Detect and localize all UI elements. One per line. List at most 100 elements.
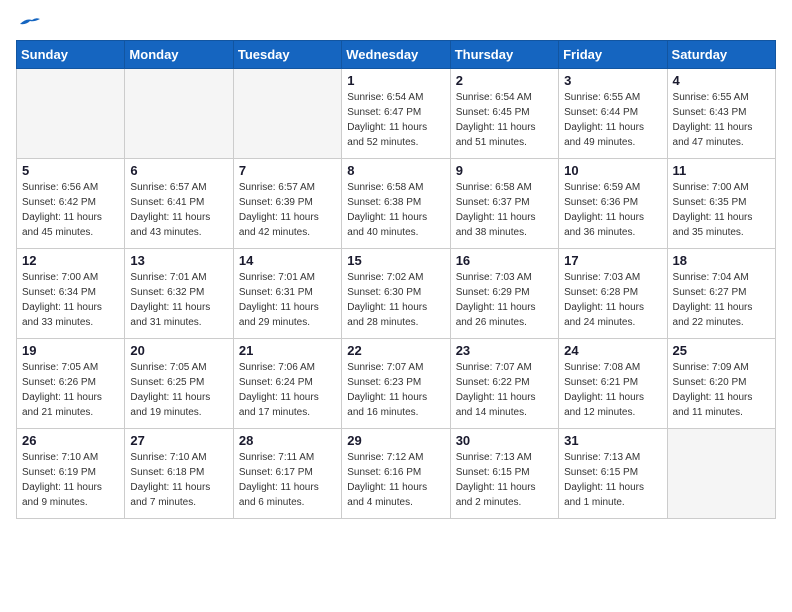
day-detail: Sunrise: 7:00 AM Sunset: 6:34 PM Dayligh… <box>22 270 119 330</box>
day-detail: Sunrise: 7:07 AM Sunset: 6:23 PM Dayligh… <box>347 360 444 420</box>
calendar-day-6: 6Sunrise: 6:57 AM Sunset: 6:41 PM Daylig… <box>125 159 233 249</box>
calendar-day-25: 25 Sunrise: 7:09 AM Sunset: 6:20 PM Dayli… <box>667 339 775 429</box>
calendar-day-16: 16 Sunrise: 7:03 AM Sunset: 6:29 PM Dayli… <box>450 249 558 339</box>
calendar-day-9: 9 Sunrise: 6:58 AM Sunset: 6:37 PM Daylig… <box>450 159 558 249</box>
calendar-day-empty <box>125 69 233 159</box>
calendar-table: SundayMondayTuesdayWednesdayThursdayFrid… <box>16 40 776 519</box>
calendar-day-18: 18 Sunrise: 7:04 AM Sunset: 6:27 PM Dayli… <box>667 249 775 339</box>
calendar-day-31: 31 Sunrise: 7:13 AM Sunset: 6:15 PM Dayli… <box>559 429 667 519</box>
day-detail: Sunrise: 7:10 AM Sunset: 6:18 PM Dayligh… <box>130 450 227 510</box>
calendar-day-28: 28 Sunrise: 7:11 AM Sunset: 6:17 PM Dayli… <box>233 429 341 519</box>
calendar-day-30: 30 Sunrise: 7:13 AM Sunset: 6:15 PM Dayli… <box>450 429 558 519</box>
calendar-week-row: 19 Sunrise: 7:05 AM Sunset: 6:26 PM Dayli… <box>17 339 776 429</box>
calendar-day-11: 11 Sunrise: 7:00 AM Sunset: 6:35 PM Dayli… <box>667 159 775 249</box>
day-number: 16 <box>456 253 553 268</box>
day-number: 11 <box>673 163 770 178</box>
day-number: 26 <box>22 433 119 448</box>
weekday-header-sunday: Sunday <box>17 41 125 69</box>
calendar-day-12: 12Sunrise: 7:00 AM Sunset: 6:34 PM Dayli… <box>17 249 125 339</box>
day-detail: Sunrise: 6:59 AM Sunset: 6:36 PM Dayligh… <box>564 180 661 240</box>
day-number: 23 <box>456 343 553 358</box>
calendar-week-row: 5 Sunrise: 6:56 AM Sunset: 6:42 PM Daylig… <box>17 159 776 249</box>
calendar-day-21: 21 Sunrise: 7:06 AM Sunset: 6:24 PM Dayli… <box>233 339 341 429</box>
weekday-header-row: SundayMondayTuesdayWednesdayThursdayFrid… <box>17 41 776 69</box>
calendar-day-empty <box>233 69 341 159</box>
day-detail: Sunrise: 6:57 AM Sunset: 6:39 PM Dayligh… <box>239 180 336 240</box>
calendar-day-empty <box>17 69 125 159</box>
day-detail: Sunrise: 7:08 AM Sunset: 6:21 PM Dayligh… <box>564 360 661 420</box>
calendar-day-23: 23 Sunrise: 7:07 AM Sunset: 6:22 PM Dayli… <box>450 339 558 429</box>
day-number: 18 <box>673 253 770 268</box>
day-detail: Sunrise: 7:01 AM Sunset: 6:32 PM Dayligh… <box>130 270 227 330</box>
day-detail: Sunrise: 6:58 AM Sunset: 6:37 PM Dayligh… <box>456 180 553 240</box>
day-number: 27 <box>130 433 227 448</box>
calendar-day-8: 8Sunrise: 6:58 AM Sunset: 6:38 PM Daylig… <box>342 159 450 249</box>
page-header <box>16 16 776 32</box>
day-detail: Sunrise: 7:06 AM Sunset: 6:24 PM Dayligh… <box>239 360 336 420</box>
day-number: 4 <box>673 73 770 88</box>
day-detail: Sunrise: 7:07 AM Sunset: 6:22 PM Dayligh… <box>456 360 553 420</box>
day-detail: Sunrise: 7:13 AM Sunset: 6:15 PM Dayligh… <box>564 450 661 510</box>
calendar-day-29: 29 Sunrise: 7:12 AM Sunset: 6:16 PM Dayli… <box>342 429 450 519</box>
day-number: 7 <box>239 163 336 178</box>
day-number: 31 <box>564 433 661 448</box>
calendar-day-4: 4 Sunrise: 6:55 AM Sunset: 6:43 PM Daylig… <box>667 69 775 159</box>
calendar-day-10: 10 Sunrise: 6:59 AM Sunset: 6:36 PM Dayli… <box>559 159 667 249</box>
day-detail: Sunrise: 7:05 AM Sunset: 6:26 PM Dayligh… <box>22 360 119 420</box>
weekday-header-monday: Monday <box>125 41 233 69</box>
logo <box>16 16 40 32</box>
day-number: 1 <box>347 73 444 88</box>
day-number: 30 <box>456 433 553 448</box>
day-detail: Sunrise: 7:04 AM Sunset: 6:27 PM Dayligh… <box>673 270 770 330</box>
day-detail: Sunrise: 6:55 AM Sunset: 6:44 PM Dayligh… <box>564 90 661 150</box>
day-detail: Sunrise: 6:58 AM Sunset: 6:38 PM Dayligh… <box>347 180 444 240</box>
calendar-week-row: 26 Sunrise: 7:10 AM Sunset: 6:19 PM Dayli… <box>17 429 776 519</box>
day-detail: Sunrise: 7:03 AM Sunset: 6:29 PM Dayligh… <box>456 270 553 330</box>
calendar-day-5: 5 Sunrise: 6:56 AM Sunset: 6:42 PM Daylig… <box>17 159 125 249</box>
calendar-week-row: 12Sunrise: 7:00 AM Sunset: 6:34 PM Dayli… <box>17 249 776 339</box>
day-number: 29 <box>347 433 444 448</box>
weekday-header-saturday: Saturday <box>667 41 775 69</box>
day-number: 19 <box>22 343 119 358</box>
weekday-header-tuesday: Tuesday <box>233 41 341 69</box>
day-number: 28 <box>239 433 336 448</box>
day-detail: Sunrise: 7:13 AM Sunset: 6:15 PM Dayligh… <box>456 450 553 510</box>
day-detail: Sunrise: 7:03 AM Sunset: 6:28 PM Dayligh… <box>564 270 661 330</box>
calendar-day-1: 1 Sunrise: 6:54 AM Sunset: 6:47 PM Daylig… <box>342 69 450 159</box>
day-detail: Sunrise: 6:55 AM Sunset: 6:43 PM Dayligh… <box>673 90 770 150</box>
day-number: 2 <box>456 73 553 88</box>
day-detail: Sunrise: 7:12 AM Sunset: 6:16 PM Dayligh… <box>347 450 444 510</box>
day-detail: Sunrise: 7:11 AM Sunset: 6:17 PM Dayligh… <box>239 450 336 510</box>
day-number: 3 <box>564 73 661 88</box>
weekday-header-wednesday: Wednesday <box>342 41 450 69</box>
day-number: 5 <box>22 163 119 178</box>
day-number: 6 <box>130 163 227 178</box>
day-number: 9 <box>456 163 553 178</box>
day-detail: Sunrise: 6:56 AM Sunset: 6:42 PM Dayligh… <box>22 180 119 240</box>
day-detail: Sunrise: 7:01 AM Sunset: 6:31 PM Dayligh… <box>239 270 336 330</box>
weekday-header-friday: Friday <box>559 41 667 69</box>
day-number: 25 <box>673 343 770 358</box>
calendar-day-3: 3 Sunrise: 6:55 AM Sunset: 6:44 PM Daylig… <box>559 69 667 159</box>
day-number: 15 <box>347 253 444 268</box>
day-number: 17 <box>564 253 661 268</box>
day-number: 22 <box>347 343 444 358</box>
day-number: 14 <box>239 253 336 268</box>
calendar-day-19: 19 Sunrise: 7:05 AM Sunset: 6:26 PM Dayli… <box>17 339 125 429</box>
day-number: 10 <box>564 163 661 178</box>
day-detail: Sunrise: 7:09 AM Sunset: 6:20 PM Dayligh… <box>673 360 770 420</box>
day-detail: Sunrise: 7:10 AM Sunset: 6:19 PM Dayligh… <box>22 450 119 510</box>
day-number: 21 <box>239 343 336 358</box>
day-detail: Sunrise: 7:02 AM Sunset: 6:30 PM Dayligh… <box>347 270 444 330</box>
day-detail: Sunrise: 6:54 AM Sunset: 6:47 PM Dayligh… <box>347 90 444 150</box>
calendar-day-20: 20Sunrise: 7:05 AM Sunset: 6:25 PM Dayli… <box>125 339 233 429</box>
day-detail: Sunrise: 7:00 AM Sunset: 6:35 PM Dayligh… <box>673 180 770 240</box>
calendar-day-27: 27 Sunrise: 7:10 AM Sunset: 6:18 PM Dayli… <box>125 429 233 519</box>
calendar-day-13: 13Sunrise: 7:01 AM Sunset: 6:32 PM Dayli… <box>125 249 233 339</box>
calendar-day-7: 7 Sunrise: 6:57 AM Sunset: 6:39 PM Daylig… <box>233 159 341 249</box>
calendar-day-14: 14 Sunrise: 7:01 AM Sunset: 6:31 PM Dayli… <box>233 249 341 339</box>
day-detail: Sunrise: 7:05 AM Sunset: 6:25 PM Dayligh… <box>130 360 227 420</box>
calendar-day-26: 26 Sunrise: 7:10 AM Sunset: 6:19 PM Dayli… <box>17 429 125 519</box>
weekday-header-thursday: Thursday <box>450 41 558 69</box>
day-number: 24 <box>564 343 661 358</box>
